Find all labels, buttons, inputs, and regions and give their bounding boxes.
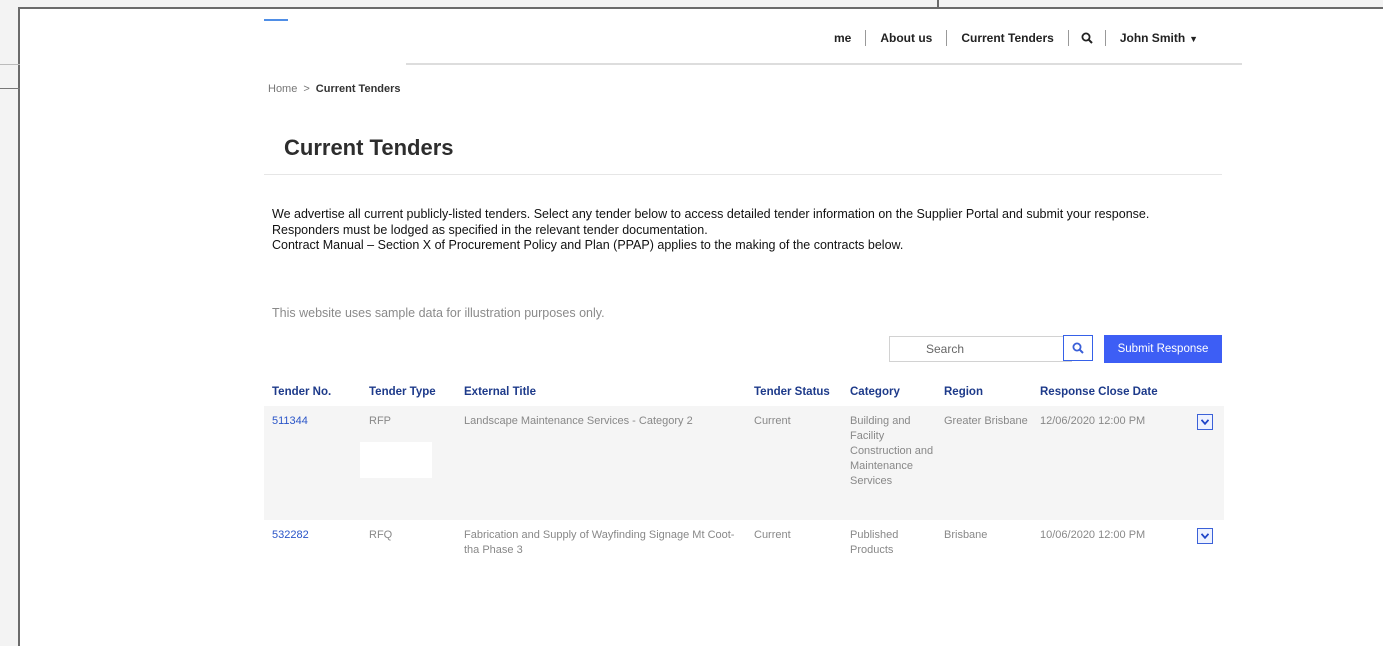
user-name: John Smith [1119,31,1186,45]
intro-line: Responders must be lodged as specified i… [272,222,708,237]
tender-status: Current [746,520,842,564]
chevron-down-icon [1201,533,1209,539]
blank-patch [360,442,432,478]
page: me About us Current Tenders John Smith ▼ … [20,9,1383,646]
breadcrumb-home[interactable]: Home [268,83,297,95]
column-header[interactable]: Category [842,378,936,406]
top-nav: me About us Current Tenders John Smith ▼ [820,28,1212,48]
title-divider [264,174,1222,175]
chevron-down-icon [1201,419,1209,425]
search-button[interactable] [1063,335,1093,361]
breadcrumb-separator: > [303,83,310,95]
nav-item-home[interactable]: me [820,31,865,45]
column-header[interactable]: Tender No. [264,378,361,406]
tender-close-date: 10/06/2020 12:00 PM [1032,520,1189,564]
tender-type: RFQ [361,520,456,564]
logo-fragment [264,19,288,21]
submit-response-button[interactable]: Submit Response [1104,335,1222,363]
page-title: Current Tenders [284,135,454,160]
nav-search-button[interactable] [1069,32,1105,44]
tender-status: Current [746,406,842,520]
nav-item-about-us[interactable]: About us [866,31,946,45]
column-header[interactable]: Tender Status [746,378,842,406]
search-input[interactable] [889,336,1072,362]
intro-text: We advertise all current publicly-listed… [272,207,1362,254]
tender-category: Published Products [842,520,936,564]
sample-data-note: This website uses sample data for illust… [272,306,605,320]
column-header-expand [1189,378,1224,406]
tender-category: Building and Facility Construction and M… [842,406,936,520]
intro-line: We advertise all current publicly-listed… [272,207,1150,221]
column-header[interactable]: Region [936,378,1032,406]
window-frame-stub [0,64,20,65]
expand-row-button[interactable] [1197,414,1213,430]
user-menu[interactable]: John Smith ▼ [1106,31,1212,45]
nav-item-current-tenders[interactable]: Current Tenders [947,31,1067,45]
expand-row-button[interactable] [1197,528,1213,544]
table-row[interactable]: 532282 RFQ Fabrication and Supply of Way… [264,520,1224,564]
window-frame-stub [0,88,20,89]
tender-number-link[interactable]: 511344 [272,415,308,427]
tender-title: Fabrication and Supply of Wayfinding Sig… [456,520,746,564]
tender-title: Landscape Maintenance Services - Categor… [456,406,746,520]
search-icon [1072,342,1084,354]
tender-close-date: 12/06/2020 12:00 PM [1032,406,1189,520]
nav-divider [406,63,1242,65]
search-icon [1081,32,1093,44]
column-header[interactable]: Tender Type [361,378,456,406]
tender-number-link[interactable]: 532282 [272,529,309,541]
tender-region: Brisbane [936,520,1032,564]
table-header-row: Tender No. Tender Type External Title Te… [264,378,1224,406]
intro-line: Contract Manual – Section X of Procureme… [272,238,904,252]
column-header[interactable]: Response Close Date [1032,378,1189,406]
breadcrumb-current: Current Tenders [315,83,401,95]
column-header[interactable]: External Title [456,378,746,406]
tender-region: Greater Brisbane [936,406,1032,520]
caret-down-icon: ▼ [1189,34,1199,44]
window-frame-tick [937,0,939,9]
breadcrumb: Home > Current Tenders [268,83,401,95]
